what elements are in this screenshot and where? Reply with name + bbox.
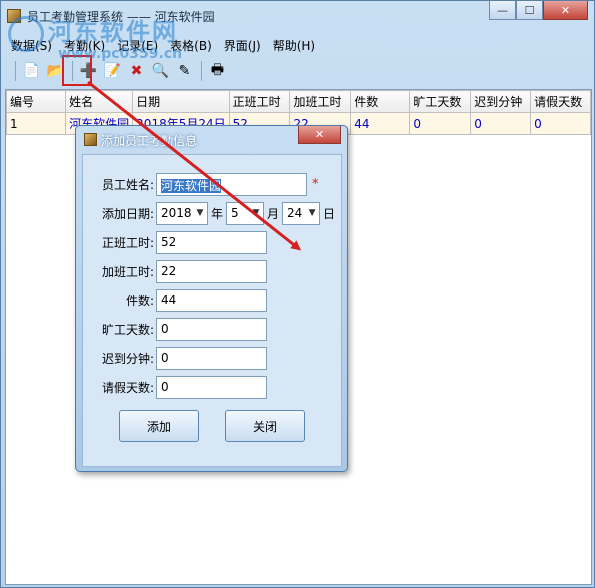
name-label: 员工姓名:: [101, 177, 154, 192]
table-cell[interactable]: 0: [530, 112, 591, 135]
date-row: 添加日期: 2018 ▼ 年 5 ▼ 月 24 ▼ 日: [83, 201, 338, 225]
overtime-hours-row: 加班工时: 22: [83, 259, 267, 283]
regular-hours-input[interactable]: 52: [156, 230, 267, 254]
menu-interface[interactable]: 界面(J): [218, 35, 267, 55]
column-header[interactable]: 正班工时: [228, 90, 291, 113]
table-cell[interactable]: 1: [5, 112, 67, 135]
app-icon: [7, 9, 21, 23]
minimize-button[interactable]: —: [489, 1, 516, 20]
edit-document-icon[interactable]: 📝: [101, 60, 124, 82]
date-label: 添加日期:: [101, 206, 154, 221]
pieces-input[interactable]: 44: [156, 288, 267, 312]
toolbar: 📄 📂 ➕ 📝 ✖ 🔍 ✎ 🖶: [5, 58, 592, 84]
add-record-highlight: [62, 55, 92, 86]
pieces-row: 件数: 44: [83, 288, 267, 312]
new-document-icon[interactable]: 📄: [20, 60, 43, 82]
overtime-hours-label: 加班工时:: [101, 264, 154, 279]
column-header[interactable]: 件数: [350, 90, 411, 113]
dialog-app-icon: [84, 133, 97, 146]
overtime-hours-input[interactable]: 22: [156, 259, 267, 283]
dialog-close-icon[interactable]: ✕: [298, 126, 341, 144]
dialog-close-button[interactable]: 关闭: [225, 410, 305, 442]
pieces-label: 件数:: [125, 293, 154, 308]
day-unit: 日: [323, 206, 336, 221]
leave-days-label: 请假天数:: [101, 380, 154, 395]
add-button[interactable]: 添加: [119, 410, 199, 442]
table-cell[interactable]: 44: [350, 112, 411, 135]
dialog-title: 添加员工考勤信息: [101, 134, 198, 148]
month-select[interactable]: 5 ▼: [226, 201, 265, 225]
late-minutes-row: 迟到分钟: 0: [83, 346, 267, 370]
menu-help[interactable]: 帮助(H): [267, 35, 321, 55]
regular-hours-label: 正班工时:: [101, 235, 154, 250]
month-value: 5: [231, 206, 239, 220]
day-select[interactable]: 24 ▼: [282, 201, 321, 225]
main-window: 员工考勤管理系统 —— 河东软件园 — ☐ ✕ 数据(S) 考勤(K) 记录(E…: [0, 0, 595, 588]
day-value: 24: [287, 206, 303, 220]
year-unit: 年: [211, 206, 224, 221]
dialog-form: 员工姓名: 河东软件园 * 添加日期: 2018 ▼ 年 5 ▼ 月 24 ▼: [82, 154, 342, 467]
month-unit: 月: [267, 206, 280, 221]
add-attendance-dialog: 添加员工考勤信息 ✕ 员工姓名: 河东软件园 * 添加日期: 2018 ▼ 年 …: [75, 125, 348, 472]
menu-data[interactable]: 数据(S): [5, 35, 58, 55]
chevron-down-icon: ▼: [196, 208, 204, 218]
late-minutes-label: 迟到分钟:: [101, 351, 154, 366]
column-header[interactable]: 日期: [132, 90, 230, 113]
column-header[interactable]: 请假天数: [530, 90, 591, 113]
search-document-icon[interactable]: 🔍: [149, 60, 172, 82]
menu-bar: 数据(S) 考勤(K) 记录(E) 表格(B) 界面(J) 帮助(H): [5, 35, 321, 55]
chevron-down-icon: ▼: [252, 208, 260, 218]
table-header-row: 编号 姓名 日期 正班工时 加班工时 件数 旷工天数 迟到分钟 请假天数: [5, 90, 591, 113]
window-title: 员工考勤管理系统 —— 河东软件园: [27, 10, 215, 24]
required-marker: *: [312, 176, 319, 192]
menu-attendance[interactable]: 考勤(K): [58, 35, 111, 55]
employee-name-input[interactable]: 河东软件园: [156, 172, 307, 196]
regular-hours-row: 正班工时: 52: [83, 230, 267, 254]
absent-days-row: 旷工天数: 0: [83, 317, 267, 341]
toolbar-separator: [15, 61, 16, 81]
toolbar-separator: [201, 61, 202, 81]
column-header[interactable]: 旷工天数: [409, 90, 472, 113]
column-header[interactable]: 迟到分钟: [470, 90, 532, 113]
window-controls: — ☐ ✕: [489, 1, 588, 21]
pencil-icon[interactable]: ✎: [173, 60, 196, 82]
employee-name-value: 河东软件园: [161, 178, 222, 193]
chevron-down-icon: ▼: [308, 208, 316, 218]
absent-days-input[interactable]: 0: [156, 317, 267, 341]
leave-days-input[interactable]: 0: [156, 375, 267, 399]
dialog-title-bar[interactable]: 添加员工考勤信息 ✕: [76, 126, 347, 152]
column-header[interactable]: 姓名: [65, 90, 134, 113]
column-header[interactable]: 编号: [5, 90, 67, 113]
name-row: 员工姓名: 河东软件园 *: [83, 172, 319, 196]
printer-icon[interactable]: 🖶: [206, 60, 229, 82]
leave-days-row: 请假天数: 0: [83, 375, 267, 399]
absent-days-label: 旷工天数:: [101, 322, 154, 337]
menu-records[interactable]: 记录(E): [111, 35, 164, 55]
year-select[interactable]: 2018 ▼: [156, 201, 208, 225]
table-cell[interactable]: 0: [409, 112, 472, 135]
column-header[interactable]: 加班工时: [289, 90, 352, 113]
late-minutes-input[interactable]: 0: [156, 346, 267, 370]
title-bar[interactable]: 员工考勤管理系统 —— 河东软件园 — ☐ ✕: [1, 1, 594, 31]
year-value: 2018: [161, 206, 192, 220]
maximize-button[interactable]: ☐: [516, 1, 543, 20]
table-cell[interactable]: 0: [470, 112, 532, 135]
delete-icon[interactable]: ✖: [125, 60, 148, 82]
menu-table[interactable]: 表格(B): [164, 35, 218, 55]
close-button[interactable]: ✕: [543, 1, 588, 20]
